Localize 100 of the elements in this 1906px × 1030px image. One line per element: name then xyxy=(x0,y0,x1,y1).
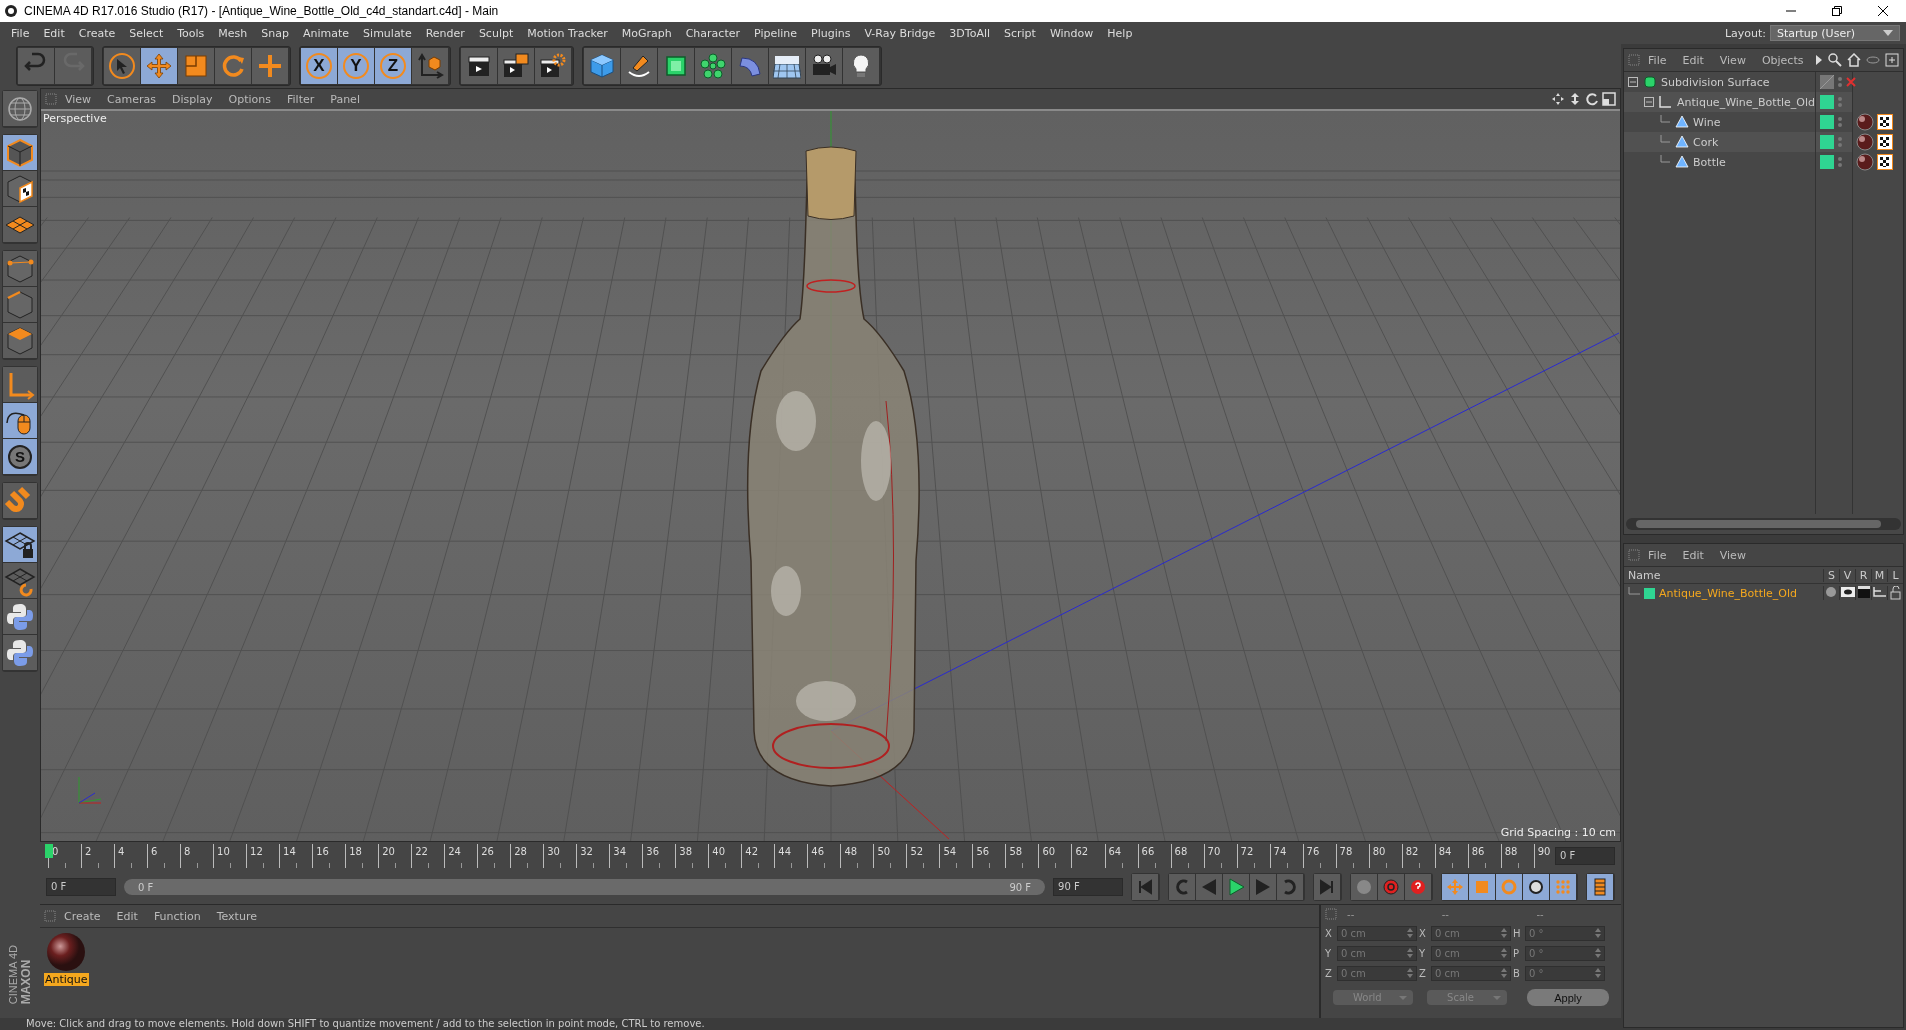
camera-button[interactable] xyxy=(806,48,842,84)
menu-item[interactable]: Window xyxy=(1042,26,1101,40)
menu-item[interactable]: 3DToAll xyxy=(942,26,997,40)
menu-item[interactable]: Edit xyxy=(108,909,146,923)
axis-lock-button[interactable]: Y xyxy=(338,48,374,84)
axis-lock-button[interactable]: Z xyxy=(375,48,411,84)
python-tool-button[interactable] xyxy=(3,599,37,634)
menu-item[interactable]: Filter xyxy=(279,92,323,106)
menu-item[interactable]: View xyxy=(1711,53,1754,67)
menu-item[interactable]: Plugins xyxy=(804,26,858,40)
end-frame-field[interactable]: 90 F xyxy=(1053,878,1124,896)
tweak-tool-button[interactable] xyxy=(3,403,37,438)
object-name[interactable]: Cork xyxy=(1693,135,1719,149)
menu-item[interactable]: Motion Tracker xyxy=(520,26,615,40)
apply-button[interactable]: Apply xyxy=(1527,989,1610,1006)
python-tool-button[interactable] xyxy=(3,635,37,670)
move-button[interactable] xyxy=(1442,874,1469,900)
playhead-marker[interactable] xyxy=(45,844,53,858)
soft-selection-button[interactable]: S xyxy=(3,439,37,474)
menu-item[interactable]: Simulate xyxy=(356,26,419,40)
menu-item[interactable]: Help xyxy=(1100,26,1140,40)
menu-item[interactable]: MoGraph xyxy=(614,26,679,40)
model-tool-button[interactable] xyxy=(3,135,37,170)
coords-button[interactable] xyxy=(412,48,448,84)
menu-item[interactable]: Options xyxy=(220,92,279,106)
render-view-button[interactable] xyxy=(461,48,497,84)
scale-button[interactable] xyxy=(178,48,214,84)
subdivision-button[interactable] xyxy=(658,48,694,84)
menu-item[interactable]: Snap xyxy=(254,26,296,40)
frame-number: 78 xyxy=(1339,846,1353,857)
menu-item[interactable]: Objects xyxy=(1753,53,1812,67)
move-button[interactable] xyxy=(141,48,177,84)
texture-tool-button[interactable] xyxy=(3,171,37,206)
workplane-tool-button[interactable] xyxy=(3,207,37,242)
select-button[interactable] xyxy=(104,48,140,84)
menu-item[interactable]: Create xyxy=(56,909,109,923)
object-name[interactable]: Wine xyxy=(1693,115,1721,129)
play-button[interactable] xyxy=(1223,874,1250,900)
menu-item[interactable]: Function xyxy=(145,909,209,923)
edges-tool-button[interactable] xyxy=(3,287,37,322)
light-button[interactable] xyxy=(843,48,879,84)
layer-name[interactable]: Antique_Wine_Bottle_Old xyxy=(1659,586,1797,600)
dots-grid-button[interactable] xyxy=(1550,874,1577,900)
frame-range-slider[interactable]: 0 F 90 F xyxy=(124,879,1046,895)
menu-item[interactable]: Select xyxy=(122,26,171,40)
object-name[interactable]: Subdivision Surface xyxy=(1661,75,1770,89)
horizontal-scrollbar[interactable] xyxy=(1626,518,1901,530)
rotate-button[interactable] xyxy=(1496,874,1523,900)
scale-button[interactable] xyxy=(1469,874,1496,900)
render-picture-button[interactable] xyxy=(498,48,534,84)
add-button[interactable] xyxy=(252,48,288,84)
menu-item[interactable]: Tools xyxy=(170,26,212,40)
plane-rotate-tool-button[interactable] xyxy=(3,563,37,598)
menu-item[interactable]: Mesh xyxy=(211,26,255,40)
polygons-tool-button[interactable] xyxy=(3,323,37,358)
menu-item[interactable]: Edit xyxy=(1674,53,1712,67)
points-tool-button[interactable] xyxy=(3,251,37,286)
help-button[interactable] xyxy=(1405,874,1432,900)
menu-item[interactable]: File xyxy=(4,26,37,40)
cube-button[interactable] xyxy=(584,48,620,84)
undo-button[interactable] xyxy=(18,48,54,84)
next-key-button[interactable] xyxy=(1277,874,1304,900)
collapse-icon[interactable] xyxy=(1644,97,1655,107)
start-frame-field[interactable]: 0 F xyxy=(46,878,116,896)
menu-item[interactable]: Cameras xyxy=(99,92,164,106)
menu-item[interactable]: File xyxy=(1640,548,1675,562)
menu-item[interactable]: V-Ray Bridge xyxy=(857,26,943,40)
menu-item[interactable]: Script xyxy=(997,26,1043,40)
rotate-button[interactable] xyxy=(215,48,251,84)
current-frame-field[interactable]: 0 F xyxy=(1555,847,1616,865)
home-icon xyxy=(1847,53,1861,67)
menu-item[interactable]: Character xyxy=(678,26,747,40)
pen-button[interactable] xyxy=(621,48,657,84)
menu-item[interactable]: File xyxy=(1640,53,1675,67)
menu-item[interactable]: Create xyxy=(71,26,123,40)
parameter-button[interactable] xyxy=(1523,874,1550,900)
render-settings-button[interactable] xyxy=(535,48,571,84)
collapse-icon[interactable] xyxy=(1628,77,1639,87)
menu-item[interactable]: View xyxy=(1711,548,1754,562)
menu-item[interactable]: Edit xyxy=(1674,548,1712,562)
object-name[interactable]: Bottle xyxy=(1693,155,1726,169)
menu-item[interactable]: Panel xyxy=(322,92,368,106)
axis-lock-button[interactable]: X xyxy=(301,48,337,84)
menu-item[interactable]: View xyxy=(57,92,100,106)
cloner-button[interactable] xyxy=(695,48,731,84)
menu-item[interactable]: Texture xyxy=(208,909,265,923)
menu-item[interactable]: Render xyxy=(418,26,472,40)
menu-item[interactable]: Animate xyxy=(296,26,357,40)
menu-item[interactable]: Sculpt xyxy=(471,26,521,40)
menu-item[interactable]: Pipeline xyxy=(747,26,805,40)
layout-dropdown[interactable]: Startup (User) xyxy=(1770,25,1900,41)
menu-item[interactable]: Display xyxy=(164,92,221,106)
floor-button[interactable] xyxy=(769,48,805,84)
previous-key-button[interactable] xyxy=(1169,874,1196,900)
record-button[interactable] xyxy=(1378,874,1405,900)
deformer-button[interactable] xyxy=(732,48,768,84)
lock-plane-tool-button[interactable] xyxy=(3,527,37,562)
axis-tool-button[interactable] xyxy=(3,367,37,402)
material-name[interactable]: Antique xyxy=(44,973,89,986)
menu-item[interactable]: Edit xyxy=(36,26,72,40)
